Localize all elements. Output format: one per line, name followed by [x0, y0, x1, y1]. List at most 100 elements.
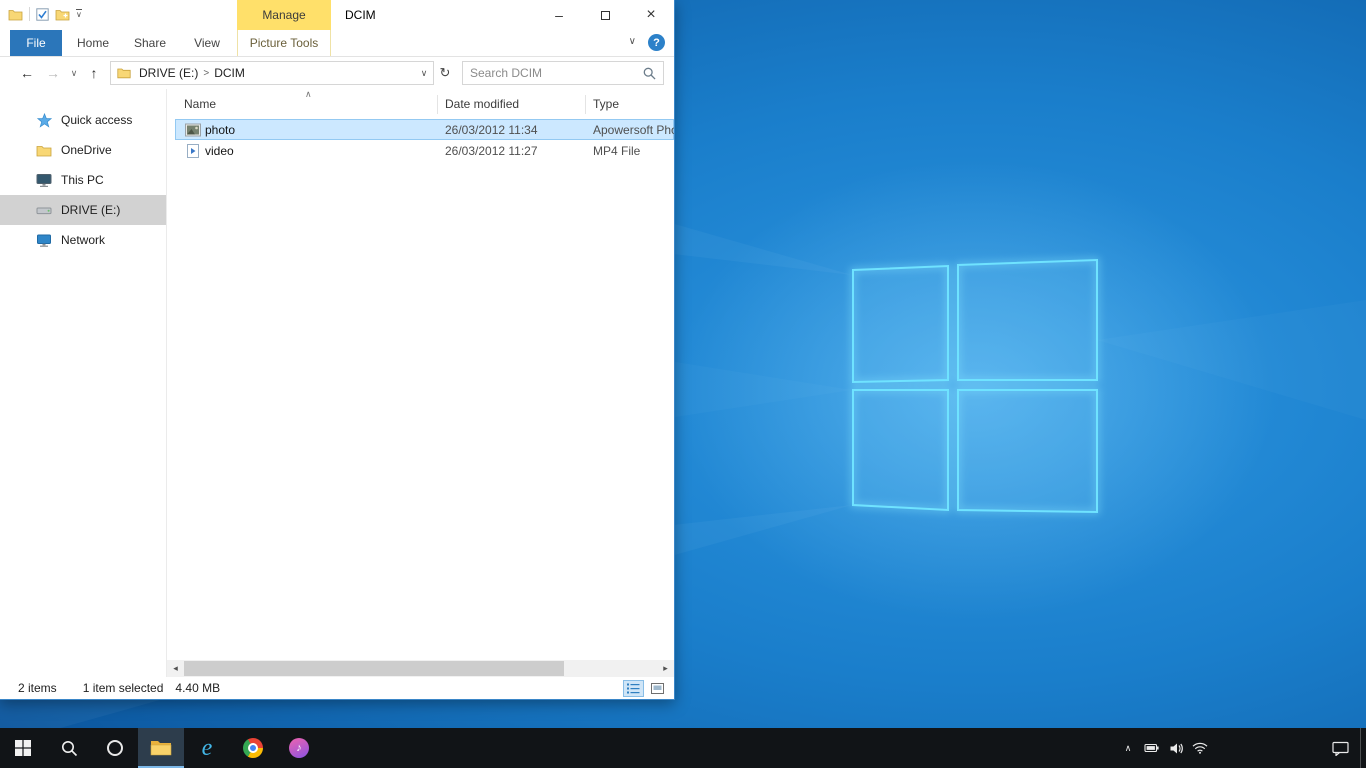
- chrome-icon: [243, 738, 263, 758]
- address-box[interactable]: DRIVE (E:) > DCIM ∨: [110, 61, 434, 85]
- photo-file-icon: [185, 123, 201, 136]
- sidebar-item-label: DRIVE (E:): [61, 203, 120, 217]
- column-separator[interactable]: [437, 95, 438, 114]
- sidebar-item-label: Quick access: [61, 113, 132, 127]
- column-separator[interactable]: [585, 95, 586, 114]
- maximize-button[interactable]: [582, 0, 628, 30]
- drive-icon: [36, 202, 52, 218]
- forward-button[interactable]: →: [40, 65, 66, 81]
- manage-contextual-group[interactable]: Manage: [237, 0, 331, 30]
- large-icons-view-button[interactable]: [647, 680, 668, 697]
- taskbar: e ♪ ∧: [0, 728, 1366, 768]
- taskbar-file-explorer-button[interactable]: [138, 728, 184, 768]
- search-icon[interactable]: [643, 67, 656, 80]
- view-toggles: [623, 680, 668, 697]
- tab-home[interactable]: Home: [70, 30, 116, 56]
- qat-properties-icon[interactable]: [36, 8, 49, 21]
- window-controls: – ×: [536, 0, 674, 30]
- address-dropdown-chevron-icon[interactable]: ∨: [415, 68, 433, 79]
- navigation-pane: Quick access OneDrive This PC DRIVE (E:): [0, 89, 167, 677]
- file-date-modified: 26/03/2012 11:27: [445, 144, 538, 158]
- file-row-photo[interactable]: photo 26/03/2012 11:34 Apowersoft Pho: [167, 119, 674, 140]
- taskbar-internet-explorer-button[interactable]: e: [184, 728, 230, 768]
- qat-new-folder-icon[interactable]: [55, 8, 70, 21]
- up-button[interactable]: ↑: [82, 65, 106, 81]
- sidebar-item-network[interactable]: Network: [0, 225, 166, 255]
- cortana-icon: [107, 740, 123, 756]
- column-header-date-modified[interactable]: Date modified: [445, 97, 519, 111]
- file-explorer-window: ∨ Manage DCIM – × File Home Share View P…: [0, 0, 675, 700]
- taskbar-search-button[interactable]: [46, 728, 92, 768]
- sidebar-item-label: This PC: [61, 173, 104, 187]
- tab-picture-tools[interactable]: Picture Tools: [237, 30, 331, 56]
- start-button[interactable]: [0, 728, 46, 768]
- breadcrumb-drive[interactable]: DRIVE (E:): [136, 66, 201, 80]
- minimize-button[interactable]: –: [536, 0, 582, 30]
- back-button[interactable]: ←: [14, 65, 40, 81]
- sidebar-item-quick-access[interactable]: Quick access: [0, 105, 166, 135]
- cortana-button[interactable]: [92, 728, 138, 768]
- quick-access-star-icon: [36, 112, 52, 128]
- battery-icon[interactable]: [1140, 728, 1164, 768]
- sidebar-item-drive-e[interactable]: DRIVE (E:): [0, 195, 166, 225]
- logo-pane-top-right: [958, 260, 1097, 380]
- logo-pane-bottom-left: [853, 390, 948, 510]
- scroll-right-arrow-icon[interactable]: ▸: [657, 660, 674, 677]
- close-button[interactable]: ×: [628, 0, 674, 30]
- file-rows: photo 26/03/2012 11:34 Apowersoft Pho vi…: [167, 119, 674, 161]
- details-view-button[interactable]: [623, 680, 644, 697]
- tab-share[interactable]: Share: [124, 30, 176, 56]
- column-header-type[interactable]: Type: [593, 97, 619, 111]
- tray-show-hidden-icons-chevron-icon[interactable]: ∧: [1116, 728, 1140, 768]
- address-bar: ← → ∨ ↑ DRIVE (E:) > DCIM ∨ ↻: [0, 57, 674, 89]
- file-row-video[interactable]: video 26/03/2012 11:27 MP4 File: [167, 140, 674, 161]
- selection-count: 1 item selected: [83, 681, 164, 695]
- sidebar-item-this-pc[interactable]: This PC: [0, 165, 166, 195]
- sort-ascending-icon: ∧: [305, 89, 312, 100]
- tab-file[interactable]: File: [10, 30, 62, 56]
- taskbar-itunes-button[interactable]: ♪: [276, 728, 322, 768]
- close-icon: ×: [646, 6, 655, 24]
- maximize-icon: [601, 11, 610, 20]
- file-list: ∧ Name Date modified Type photo 26/03/20…: [167, 89, 674, 677]
- titlebar: ∨ Manage DCIM – ×: [0, 0, 674, 30]
- explorer-app-icon: [8, 8, 23, 21]
- search-box: [462, 61, 664, 85]
- scroll-left-arrow-icon[interactable]: ◂: [167, 660, 184, 677]
- sidebar-item-label: Network: [61, 233, 105, 247]
- search-input[interactable]: [463, 66, 643, 80]
- sidebar-item-onedrive[interactable]: OneDrive: [0, 135, 166, 165]
- quick-access-toolbar: ∨: [8, 7, 82, 21]
- action-center-button[interactable]: [1320, 728, 1360, 768]
- internet-explorer-icon: e: [202, 736, 213, 760]
- volume-icon[interactable]: [1164, 728, 1188, 768]
- tab-view[interactable]: View: [184, 30, 230, 56]
- action-center-icon: [1332, 741, 1349, 756]
- refresh-button[interactable]: ↻: [434, 65, 456, 81]
- status-bar: 2 items 1 item selected 4.40 MB: [0, 677, 674, 699]
- file-name: video: [205, 144, 234, 158]
- file-date-modified: 26/03/2012 11:34: [445, 123, 538, 137]
- file-type: Apowersoft Pho: [593, 123, 674, 137]
- taskbar-chrome-button[interactable]: [230, 728, 276, 768]
- help-button[interactable]: ?: [648, 34, 665, 51]
- ribbon-collapse-chevron-icon[interactable]: ∨: [629, 36, 636, 47]
- selection-size: 4.40 MB: [175, 681, 220, 695]
- breadcrumb-separator: >: [201, 68, 211, 79]
- recent-locations-chevron-icon[interactable]: ∨: [66, 68, 82, 79]
- column-header-name[interactable]: Name: [184, 97, 216, 111]
- network-wifi-icon[interactable]: [1188, 728, 1212, 768]
- item-count: 2 items: [18, 681, 57, 695]
- video-file-icon: [185, 144, 201, 158]
- qat-customize-chevron-icon[interactable]: ∨: [76, 9, 82, 19]
- scrollbar-thumb[interactable]: [184, 661, 564, 676]
- search-icon: [61, 740, 78, 757]
- breadcrumb-folder[interactable]: DCIM: [211, 66, 248, 80]
- windows-start-icon: [15, 740, 31, 756]
- explorer-main: Quick access OneDrive This PC DRIVE (E:): [0, 89, 674, 677]
- horizontal-scrollbar[interactable]: ◂ ▸: [167, 660, 674, 677]
- show-desktop-button[interactable]: [1360, 728, 1366, 768]
- window-title: DCIM: [345, 8, 376, 22]
- system-tray: ∧: [1116, 728, 1366, 768]
- details-view-icon: [627, 683, 640, 694]
